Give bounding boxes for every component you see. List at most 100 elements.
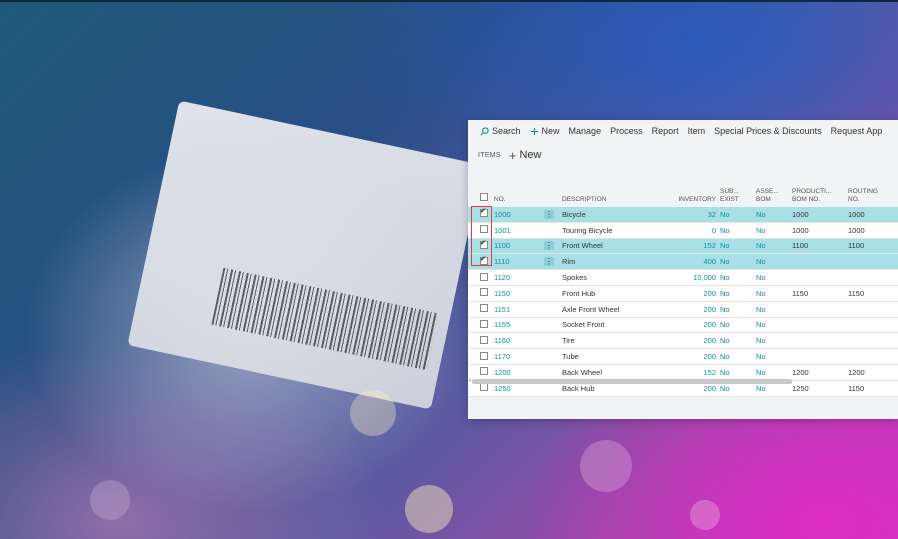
inventory-cell[interactable]: 200	[660, 285, 718, 302]
search-action[interactable]: Search	[480, 126, 521, 136]
row-menu-cell[interactable]	[542, 285, 560, 302]
row-select-cell[interactable]	[468, 301, 492, 318]
inventory-cell[interactable]: 200	[660, 317, 718, 334]
inventory-cell[interactable]: 400	[660, 253, 718, 271]
row-menu-cell[interactable]	[542, 301, 560, 318]
horizontal-scrollbar[interactable]	[472, 379, 792, 384]
process-action[interactable]: Process	[610, 126, 643, 136]
table-row[interactable]: 1151 Axle Front Wheel 200 No No	[468, 301, 898, 318]
col-header-sub-line2: EXIST	[720, 196, 739, 203]
table-row[interactable]: 1150 Front Hub 200 No No 1150 1150	[468, 285, 898, 302]
row-menu-cell[interactable]	[542, 364, 560, 381]
row-checkbox[interactable]	[480, 288, 488, 297]
col-header-assembly-bom[interactable]: ASSE... BOM	[754, 182, 790, 207]
table-row[interactable]: 1200 Back Wheel 152 No No 1200 1200	[468, 364, 898, 381]
row-menu-cell[interactable]: ⋮	[542, 253, 560, 271]
item-no-cell[interactable]: 1151	[492, 301, 542, 318]
item-no-cell[interactable]: 1200	[492, 364, 542, 381]
assembly-bom-cell: No	[754, 269, 790, 286]
col-header-asse-line2: BOM	[756, 196, 771, 203]
table-row[interactable]: 1120 Spokes 10,000 No No	[468, 269, 898, 286]
inventory-cell[interactable]: 200	[660, 348, 718, 365]
row-menu-icon[interactable]: ⋮	[544, 257, 554, 267]
select-all-cell[interactable]	[468, 182, 492, 207]
select-all-checkbox[interactable]	[480, 193, 488, 201]
inventory-cell[interactable]: 200	[660, 332, 718, 350]
inventory-cell[interactable]: 10,000	[660, 269, 718, 286]
description-cell: Front Hub	[560, 285, 660, 302]
item-no-cell[interactable]: 1001	[492, 222, 542, 239]
row-select-cell[interactable]	[468, 317, 492, 334]
col-header-production-bom[interactable]: PRODUCTI... BOM NO.	[790, 182, 846, 207]
row-menu-cell[interactable]	[542, 332, 560, 350]
item-no-cell[interactable]: 1170	[492, 348, 542, 365]
row-menu-cell[interactable]	[542, 222, 560, 239]
row-checkbox[interactable]	[480, 319, 488, 328]
item-no-cell[interactable]: 1155	[492, 317, 542, 334]
report-action[interactable]: Report	[652, 126, 679, 136]
table-row[interactable]: 1100⋮Front Wheel152NoNo11001100	[468, 238, 898, 255]
row-menu-cell[interactable]	[542, 269, 560, 286]
row-menu-icon[interactable]: ⋮	[544, 241, 554, 251]
inventory-cell[interactable]: 152	[660, 238, 718, 255]
description-cell: Rim	[560, 253, 660, 271]
table-row[interactable]: 1155 Socket Front 200 No No	[468, 317, 898, 334]
col-header-sub-exist[interactable]: SUB... EXIST	[718, 182, 754, 207]
col-header-routing-line1: ROUTING	[848, 188, 878, 195]
assembly-bom-cell: No	[754, 332, 790, 350]
new-action[interactable]: New	[530, 126, 560, 136]
col-header-description[interactable]: DESCRIPTION	[560, 182, 660, 207]
row-menu-icon[interactable]: ⋮	[544, 209, 554, 219]
table-row[interactable]: 1110⋮Rim400NoNo	[468, 253, 898, 271]
new-item-button[interactable]: + New	[509, 148, 542, 163]
table-row[interactable]: 1160 Tire 200 No No	[468, 332, 898, 350]
row-checkbox[interactable]	[480, 304, 488, 313]
row-menu-cell[interactable]: ⋮	[542, 207, 560, 223]
row-checkbox[interactable]	[480, 272, 488, 281]
col-header-no[interactable]: NO.	[492, 182, 542, 207]
assembly-bom-cell: No	[754, 253, 790, 271]
row-select-cell[interactable]	[468, 364, 492, 381]
production-bom-cell	[790, 253, 846, 271]
item-no-cell[interactable]: 1120	[492, 269, 542, 286]
scroll-left-icon[interactable]: ‹	[469, 378, 471, 384]
table-row[interactable]: 1001 Touring Bicycle 0 No No 1000 1000	[468, 222, 898, 239]
row-menu-cell[interactable]	[542, 317, 560, 334]
description-cell: Bicycle	[560, 207, 660, 223]
table-row[interactable]: 1170 Tube 200 No No	[468, 348, 898, 365]
item-no-cell[interactable]: 1100	[492, 238, 542, 255]
row-select-cell[interactable]	[468, 269, 492, 286]
row-select-cell[interactable]	[468, 332, 492, 350]
row-checkbox[interactable]	[480, 383, 488, 392]
item-no-cell[interactable]: 1150	[492, 285, 542, 302]
row-checkbox[interactable]	[480, 367, 488, 376]
row-checkbox[interactable]	[480, 351, 488, 360]
inventory-cell[interactable]: 0	[660, 222, 718, 239]
col-header-prod-line2: BOM NO.	[792, 196, 821, 203]
row-checkbox[interactable]	[480, 335, 488, 344]
inventory-cell[interactable]: 152	[660, 364, 718, 381]
inventory-cell[interactable]: 32	[660, 207, 718, 223]
production-bom-cell	[790, 301, 846, 318]
description-cell: Touring Bicycle	[560, 222, 660, 239]
inventory-cell[interactable]: 200	[660, 301, 718, 318]
row-menu-cell[interactable]: ⋮	[542, 238, 560, 255]
request-approval-action[interactable]: Request App	[831, 126, 883, 136]
items-table-body: 1000⋮Bicycle32NoNo100010001001Touring Bi…	[468, 207, 898, 397]
description-cell: Tire	[560, 332, 660, 350]
row-select-cell[interactable]	[468, 348, 492, 365]
routing-no-cell: 1000	[846, 222, 898, 239]
item-action[interactable]: Item	[688, 126, 706, 136]
table-row[interactable]: 1000⋮Bicycle32NoNo10001000	[468, 207, 898, 223]
manage-action[interactable]: Manage	[569, 126, 602, 136]
special-prices-action[interactable]: Special Prices & Discounts	[714, 126, 822, 136]
row-select-cell[interactable]	[468, 285, 492, 302]
item-no-cell[interactable]: 1160	[492, 332, 542, 350]
top-border	[0, 0, 898, 2]
col-header-inventory[interactable]: INVENTORY	[660, 182, 718, 207]
item-no-cell[interactable]: 1110	[492, 253, 542, 271]
production-bom-cell: 1150	[790, 285, 846, 302]
item-no-cell[interactable]: 1000	[492, 207, 542, 223]
col-header-routing[interactable]: ROUTING NO.	[846, 182, 898, 207]
row-menu-cell[interactable]	[542, 348, 560, 365]
